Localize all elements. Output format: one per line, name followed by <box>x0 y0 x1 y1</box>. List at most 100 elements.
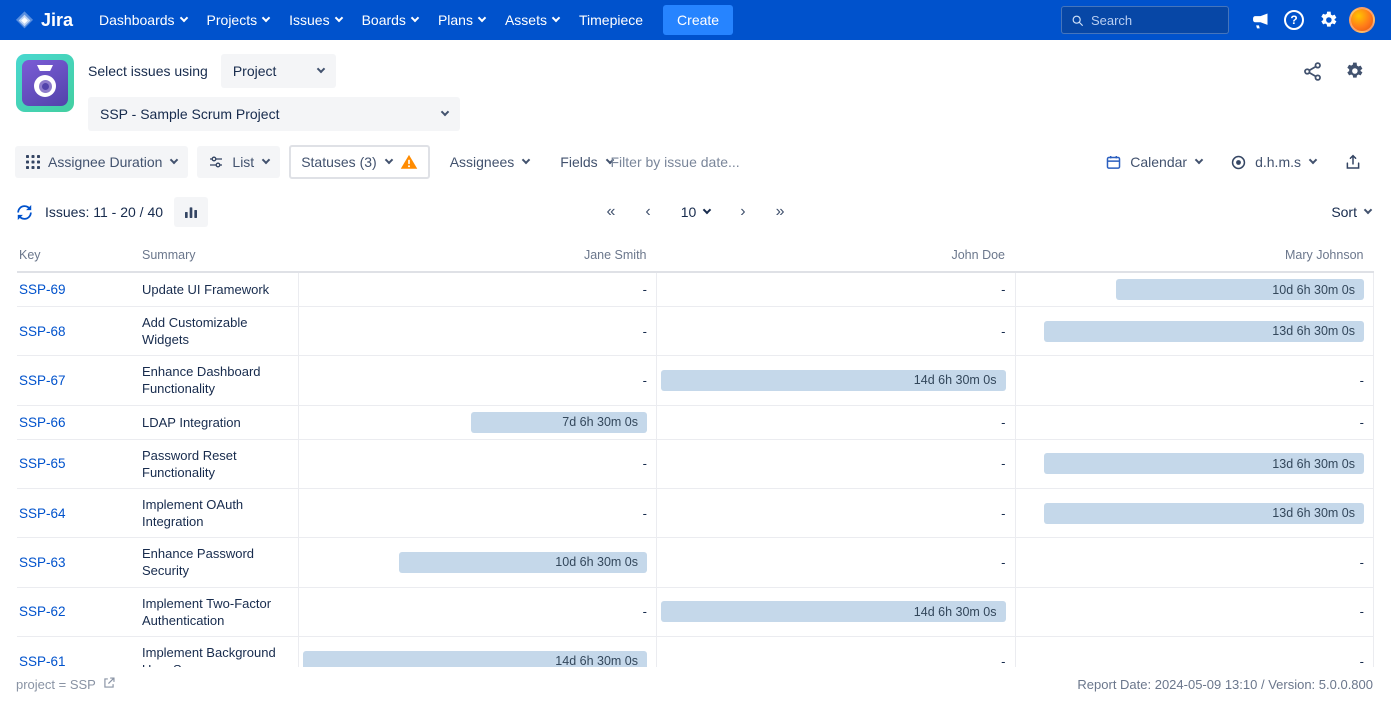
sort-button[interactable]: Sort <box>1331 204 1371 220</box>
calendar-label: Calendar <box>1130 154 1187 170</box>
issue-key-link[interactable]: SSP-68 <box>19 324 66 339</box>
duration-empty: - <box>657 307 1016 356</box>
user-avatar[interactable] <box>1345 3 1379 37</box>
issue-summary: Enhance Dashboard Functionality <box>140 356 298 405</box>
warning-icon <box>400 153 418 171</box>
nav-item-issues[interactable]: Issues <box>279 0 351 40</box>
page-size-select[interactable]: 10 <box>681 204 711 220</box>
issue-summary: Add Customizable Widgets <box>140 307 298 356</box>
duration-bar: 7d 6h 30m 0s <box>471 412 647 433</box>
report-settings-gear-icon[interactable] <box>1343 60 1365 82</box>
duration-empty: - <box>1015 356 1374 405</box>
nav-item-label: Dashboards <box>99 12 175 28</box>
table-header-row: Key Summary Jane Smith John Doe Mary Joh… <box>17 239 1374 272</box>
select-issues-label: Select issues using <box>88 63 208 79</box>
chevron-down-icon <box>384 156 392 164</box>
last-page-button[interactable]: » <box>776 203 785 221</box>
issue-key-link[interactable]: SSP-65 <box>19 456 66 471</box>
chevron-down-icon <box>179 14 187 22</box>
nav-item-label: Projects <box>207 12 258 28</box>
chevron-down-icon <box>441 108 449 116</box>
chevron-down-icon <box>552 14 560 22</box>
assignees-filter-button[interactable]: Assignees <box>439 146 541 178</box>
create-button[interactable]: Create <box>663 5 733 35</box>
chevron-down-icon <box>703 206 711 214</box>
nav-item-label: Plans <box>438 12 473 28</box>
camera-lens-shape <box>34 75 56 97</box>
report-info-text: Report Date: 2024-05-09 13:10 / Version:… <box>1077 677 1373 692</box>
calendar-button[interactable]: Calendar <box>1094 146 1213 179</box>
duration-empty: - <box>1015 587 1374 636</box>
column-header-assignee-1: Jane Smith <box>298 239 657 272</box>
duration-empty: - <box>657 405 1016 439</box>
chevron-down-icon <box>170 156 178 164</box>
footer-query-group: project = SSP <box>16 676 116 693</box>
nav-item-assets[interactable]: Assets <box>495 0 569 40</box>
nav-item-dashboards[interactable]: Dashboards <box>89 0 197 40</box>
avatar <box>1349 7 1375 33</box>
duration-bar: 14d 6h 30m 0s <box>661 601 1006 622</box>
statuses-filter-button[interactable]: Statuses (3) <box>289 145 429 179</box>
chevron-down-icon <box>334 14 342 22</box>
report-type-label: Assignee Duration <box>48 154 162 170</box>
column-header-assignee-2: John Doe <box>657 239 1016 272</box>
issues-info: Issues: 11 - 20 / 40 <box>15 197 208 227</box>
export-icon <box>1344 153 1362 171</box>
help-icon: ? <box>1284 10 1304 30</box>
global-search[interactable] <box>1061 6 1229 34</box>
issues-range-label: Issues: 11 - 20 / 40 <box>45 204 163 220</box>
duration-bar: 10d 6h 30m 0s <box>399 552 647 573</box>
issue-key-link[interactable]: SSP-63 <box>19 555 66 570</box>
issue-key-link[interactable]: SSP-66 <box>19 415 66 430</box>
announcement-button[interactable] <box>1243 3 1277 37</box>
share-icon[interactable] <box>1302 61 1323 82</box>
nav-item-boards[interactable]: Boards <box>352 0 428 40</box>
help-button[interactable]: ? <box>1277 3 1311 37</box>
issue-key-link[interactable]: SSP-69 <box>19 282 66 297</box>
issue-key-link[interactable]: SSP-64 <box>19 506 66 521</box>
header-actions <box>1302 54 1373 82</box>
duration-empty: - <box>298 488 657 537</box>
duration-empty: - <box>1015 405 1374 439</box>
refresh-icon[interactable] <box>15 203 34 222</box>
duration-empty: - <box>657 272 1016 307</box>
table-row: SSP-66LDAP Integration7d 6h 30m 0s-- <box>17 405 1374 439</box>
grid-icon <box>26 155 40 169</box>
table-row: SSP-69Update UI Framework--10d 6h 30m 0s <box>17 272 1374 307</box>
chevron-down-icon <box>1309 156 1317 164</box>
nav-item-projects[interactable]: Projects <box>197 0 280 40</box>
report-type-button[interactable]: Assignee Duration <box>15 146 188 178</box>
prev-page-button[interactable]: ‹ <box>645 203 650 221</box>
duration-format-button[interactable]: d.h.m.s <box>1219 146 1327 179</box>
duration-empty: - <box>657 439 1016 488</box>
settings-button[interactable] <box>1311 3 1345 37</box>
eye-icon <box>1230 154 1247 171</box>
view-mode-label: List <box>232 154 254 170</box>
issue-summary: Password Reset Functionality <box>140 439 298 488</box>
duration-bar: 14d 6h 30m 0s <box>661 370 1006 391</box>
search-input[interactable] <box>1091 13 1219 28</box>
nav-item-plans[interactable]: Plans <box>428 0 495 40</box>
table-row: SSP-65Password Reset Functionality--13d … <box>17 439 1374 488</box>
nav-item-label: Timepiece <box>579 12 643 28</box>
toolbar-right-group: Calendar d.h.m.s <box>1094 145 1373 179</box>
chart-view-button[interactable] <box>174 197 208 227</box>
project-select[interactable]: SSP - Sample Scrum Project <box>88 97 460 131</box>
jql-query-text: project = SSP <box>16 677 96 692</box>
issue-date-filter-input[interactable] <box>611 154 781 170</box>
view-mode-button[interactable]: List <box>197 146 280 178</box>
next-page-button[interactable]: › <box>740 203 745 221</box>
issue-key-link[interactable]: SSP-67 <box>19 373 66 388</box>
issue-source-select[interactable]: Project <box>221 54 336 88</box>
column-header-summary: Summary <box>140 239 298 272</box>
issue-key-link[interactable]: SSP-62 <box>19 604 66 619</box>
export-button[interactable] <box>1333 145 1373 179</box>
nav-item-timepiece[interactable]: Timepiece <box>569 0 653 40</box>
duration-bar: 13d 6h 30m 0s <box>1044 453 1364 474</box>
jira-logo[interactable]: Jira <box>14 10 89 31</box>
pager: « ‹ 10 › » <box>606 203 784 221</box>
issue-table-body: SSP-69Update UI Framework--10d 6h 30m 0s… <box>17 272 1374 704</box>
external-link-icon[interactable] <box>102 676 116 693</box>
first-page-button[interactable]: « <box>606 203 615 221</box>
issue-table: Key Summary Jane Smith John Doe Mary Joh… <box>17 239 1374 704</box>
